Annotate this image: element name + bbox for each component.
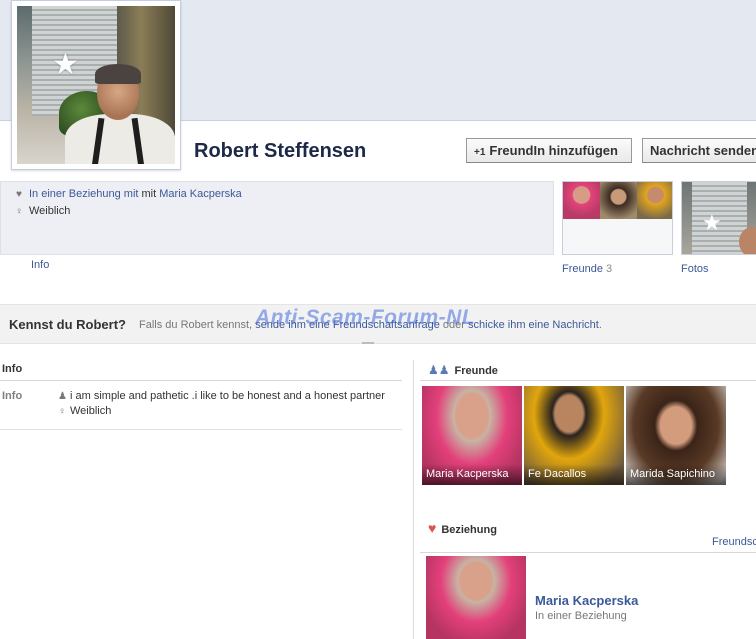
column-divider	[413, 360, 414, 639]
info-section-heading: Info	[2, 363, 23, 375]
send-message-button[interactable]: Nachricht senden	[642, 138, 756, 163]
about-text: i am simple and pathetic .i like to be h…	[70, 390, 385, 402]
divider-mark	[362, 342, 374, 344]
divider	[420, 552, 756, 553]
send-message-label: Nachricht senden	[650, 143, 756, 158]
photos-tile[interactable]: ★	[681, 181, 756, 255]
friend-thumb	[637, 182, 672, 219]
profile-picture[interactable]: ★	[11, 0, 181, 170]
friend-thumb	[600, 182, 637, 219]
friends-section-heading: ♟♟ Freunde	[428, 363, 498, 377]
friends-tile[interactable]	[562, 181, 673, 255]
friend-thumb	[563, 182, 600, 219]
know-suffix: .	[598, 319, 602, 331]
divider	[0, 429, 402, 430]
send-message-link[interactable]: schicke ihm eine Nachricht	[468, 319, 599, 331]
relationship-prefix[interactable]: In einer Beziehung mit	[29, 188, 138, 200]
relationship-line: ♥ In einer Beziehung mit mit Maria Kacper…	[14, 188, 242, 200]
friend-name[interactable]: Maria Kacperska	[422, 464, 522, 485]
friends-count: 3	[606, 263, 613, 275]
relationship-right-link[interactable]: Freundschaft	[712, 536, 756, 548]
star-icon: ★	[52, 48, 79, 81]
partner-photo[interactable]	[426, 556, 526, 639]
star-icon: ★	[702, 210, 722, 235]
about-line: ♟ i am simple and pathetic .i like to be …	[58, 390, 385, 402]
person-icon: ♟	[58, 391, 67, 402]
gender-text: Weiblich	[29, 205, 71, 217]
friend-card[interactable]: Fe Dacallos	[524, 386, 624, 485]
profile-photo: ★	[17, 6, 175, 164]
gender-detail-text: Weiblich	[70, 405, 112, 417]
relationship-section-heading: ♥ Beziehung	[428, 520, 497, 536]
info-label: Info	[2, 390, 23, 402]
female-icon: ♀	[15, 206, 23, 217]
watermark: Anti-Scam-Forum-NL	[255, 306, 476, 329]
know-title: Kennst du Robert?	[9, 317, 126, 332]
add-friend-label: FreundIn hinzufügen	[489, 143, 618, 158]
heart-icon: ♥	[428, 520, 437, 536]
info-tab-link[interactable]: Info	[31, 259, 49, 271]
add-friend-icon: +1	[474, 147, 486, 158]
friends-icon: ♟♟	[428, 363, 450, 377]
relationship-heading-text: Beziehung	[441, 524, 497, 536]
female-icon: ♀	[58, 406, 66, 417]
friend-name[interactable]: Marida Sapichino	[626, 464, 726, 485]
relationship-partner-link[interactable]: Maria Kacperska	[159, 188, 242, 200]
friends-heading-text: Freunde	[454, 365, 498, 377]
friend-card[interactable]: Maria Kacperska	[422, 386, 522, 485]
heart-icon: ♥	[16, 189, 22, 200]
friends-tile-label[interactable]: Freunde	[562, 263, 603, 275]
divider	[0, 380, 402, 381]
gender-detail: ♀ Weiblich	[58, 405, 111, 417]
gender-line: ♀ Weiblich	[14, 205, 70, 217]
photos-tile-label[interactable]: Fotos	[681, 263, 709, 275]
friends-tile-caption[interactable]: Freunde 3	[562, 263, 612, 275]
know-prefix: Falls du Robert kennst,	[139, 319, 253, 331]
profile-name[interactable]: Robert Steffensen	[194, 140, 366, 163]
divider	[420, 380, 756, 381]
add-friend-button[interactable]: +1 FreundIn hinzufügen	[466, 138, 632, 163]
friend-name[interactable]: Fe Dacallos	[524, 464, 624, 485]
relationship-mit: mit	[141, 188, 157, 200]
friend-card[interactable]: Marida Sapichino	[626, 386, 726, 485]
partner-status: In einer Beziehung	[535, 610, 627, 622]
partner-name-link[interactable]: Maria Kacperska	[535, 593, 638, 608]
